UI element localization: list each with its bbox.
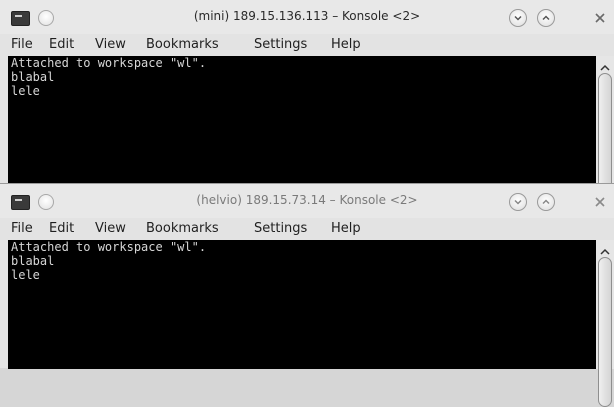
- menu-bookmarks[interactable]: Bookmarks: [146, 37, 219, 52]
- menu-settings[interactable]: Settings: [254, 221, 307, 236]
- terminal-line: lele: [11, 84, 40, 98]
- menu-settings[interactable]: Settings: [254, 37, 307, 52]
- menu-help[interactable]: Help: [331, 221, 361, 236]
- menu-edit[interactable]: Edit: [49, 221, 74, 236]
- menu-view[interactable]: View: [95, 221, 126, 236]
- menu-file[interactable]: File: [11, 37, 33, 52]
- terminal-line: Attached to workspace "wl".: [11, 240, 207, 254]
- maximize-icon[interactable]: [537, 9, 555, 27]
- menu-file[interactable]: File: [11, 221, 33, 236]
- terminal-line: blabal: [11, 254, 55, 268]
- terminal-line: Attached to workspace "wl".: [11, 56, 207, 70]
- menu-help[interactable]: Help: [331, 37, 361, 52]
- konsole-window-mini: (mini) 189.15.136.113 – Konsole <2> File…: [0, 0, 614, 223]
- minimize-icon[interactable]: [509, 193, 527, 211]
- menu-bar: File Edit View Bookmarks Settings Help: [0, 34, 614, 56]
- maximize-icon[interactable]: [537, 193, 555, 211]
- title-bar[interactable]: (mini) 189.15.136.113 – Konsole <2>: [0, 0, 614, 34]
- terminal-line: blabal: [11, 70, 55, 84]
- minimize-icon[interactable]: [509, 9, 527, 27]
- terminal-output[interactable]: Attached to workspace "wl". blabal lele: [8, 240, 596, 369]
- close-icon[interactable]: [591, 193, 609, 211]
- konsole-window-helvio: (helvio) 189.15.73.14 – Konsole <2> File…: [0, 183, 614, 407]
- title-bar[interactable]: (helvio) 189.15.73.14 – Konsole <2>: [0, 184, 614, 218]
- close-icon[interactable]: [591, 9, 609, 27]
- menu-edit[interactable]: Edit: [49, 37, 74, 52]
- vertical-scrollbar[interactable]: [596, 240, 614, 407]
- menu-bookmarks[interactable]: Bookmarks: [146, 221, 219, 236]
- terminal-output[interactable]: Attached to workspace "wl". blabal lele: [8, 56, 596, 185]
- menu-view[interactable]: View: [95, 37, 126, 52]
- vertical-scrollbar[interactable]: [596, 56, 614, 223]
- scrollbar-thumb[interactable]: [598, 257, 612, 407]
- terminal-line: lele: [11, 268, 40, 282]
- menu-bar: File Edit View Bookmarks Settings Help: [0, 218, 614, 240]
